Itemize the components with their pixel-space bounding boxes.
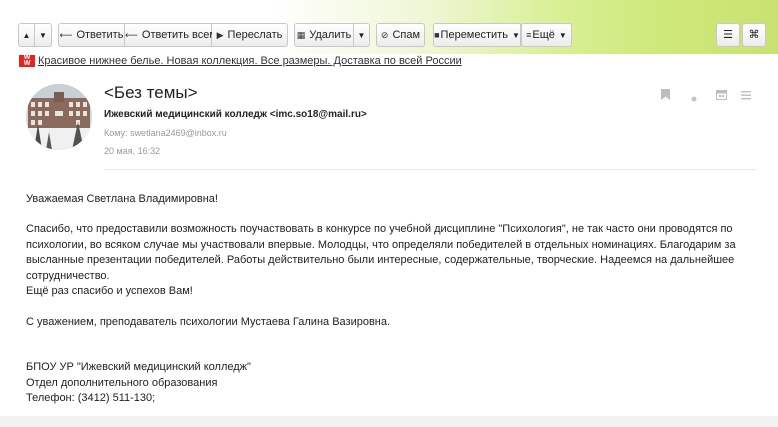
trash-icon: ▦: [296, 30, 306, 40]
reply-button[interactable]: ⟵ Ответить: [58, 23, 125, 47]
body-line: психологии, во всяком случае мы участвов…: [26, 238, 736, 251]
header-divider: [104, 169, 756, 170]
building-photo-icon: [26, 84, 92, 150]
ad-link[interactable]: Красивое нижнее белье. Новая коллекция. …: [38, 55, 462, 67]
body-line: сотрудничество.: [26, 269, 110, 282]
forward-icon: ▶: [216, 30, 224, 40]
calendar-icon[interactable]: [716, 89, 727, 103]
view-settings-button[interactable]: ☰: [716, 23, 740, 47]
folder-icon: ■: [434, 30, 440, 40]
prev-message-button[interactable]: ▲: [18, 23, 35, 47]
sender[interactable]: Ижевский медицинский колледж <imc.so18@m…: [104, 109, 367, 120]
signature: БПОУ УР "Ижевский медицинский колледж" О…: [26, 360, 746, 407]
greeting: Уважаемая Светлана Владимировна!: [26, 193, 218, 205]
signature-line: Отдел дополнительного образования: [26, 376, 218, 389]
bookmark-icon[interactable]: [661, 89, 670, 103]
ad-logo-icon: WW: [19, 54, 35, 67]
body-paragraph: Спасибо, что предоставили возможность по…: [26, 222, 746, 300]
to-label: Кому:: [104, 128, 128, 138]
recipient[interactable]: swetlana2469@inbox.ru: [130, 128, 227, 138]
regards: С уважением, преподаватель психологии Му…: [26, 316, 391, 328]
bottom-strip: [0, 416, 778, 427]
delete-button[interactable]: ▦ Удалить: [294, 23, 354, 47]
spam-button[interactable]: ⊘ Спам: [376, 23, 425, 47]
move-label: Переместить: [440, 29, 508, 41]
forward-button[interactable]: ▶ Переслать: [212, 23, 288, 47]
move-button[interactable]: ■Переместить ▼: [433, 23, 521, 47]
up-arrow-icon: ▲: [22, 31, 31, 40]
chevron-down-icon: ▼: [357, 31, 366, 40]
forward-label: Переслать: [227, 29, 283, 41]
sender-avatar[interactable]: [26, 84, 92, 150]
reply-all-label: Ответить всем: [141, 29, 217, 41]
reply-all-button[interactable]: ⟵ Ответить всем: [125, 23, 217, 47]
chevron-down-icon: ▼: [558, 31, 567, 40]
signature-line: Телефон: (3412) 511-130;: [26, 392, 156, 404]
shortcuts-button[interactable]: ⌘: [742, 23, 766, 47]
reply-label: Ответить: [76, 29, 124, 41]
ad-banner: W W Красивое нижнее белье. Новая коллекция…: [19, 54, 462, 68]
message-subject: <Без темы>: [104, 83, 198, 102]
chevron-down-icon: ▼: [511, 31, 520, 40]
body-line: Ещё раз спасибо и успехов Вам!: [26, 285, 193, 297]
more-label: Ещё: [532, 29, 555, 41]
reply-icon: ⟵: [59, 30, 73, 40]
message-date: 20 мая, 16:32: [104, 146, 161, 156]
delete-dropdown-button[interactable]: ▼: [354, 23, 370, 47]
delete-label: Удалить: [309, 29, 352, 41]
next-message-button[interactable]: ▼: [35, 23, 52, 47]
menu-lines-icon: ≡: [526, 30, 532, 40]
body-line: Спасибо, что предоставили возможность по…: [26, 223, 733, 235]
command-icon: ⌘: [748, 29, 760, 41]
menu-icon[interactable]: [741, 89, 751, 103]
toolbar: ▲ ▼ ⟵ Ответить ⟵ Ответить всем ▶ Переслать …: [0, 0, 778, 54]
signature-line: БПОУ УР "Ижевский медицинский колледж": [26, 361, 251, 373]
list-view-icon: ☰: [723, 29, 733, 41]
reply-all-icon: ⟵: [125, 30, 138, 40]
spam-icon: ⊘: [380, 30, 389, 40]
body-line: высланные презентации победителей. Работ…: [26, 254, 735, 266]
down-arrow-icon: ▼: [39, 31, 47, 40]
unread-dot-icon[interactable]: [691, 91, 697, 105]
recipient-line: Кому: swetlana2469@inbox.ru: [104, 128, 227, 138]
spam-label: Спам: [392, 29, 421, 41]
more-button[interactable]: ≡Ещё ▼: [521, 23, 572, 47]
